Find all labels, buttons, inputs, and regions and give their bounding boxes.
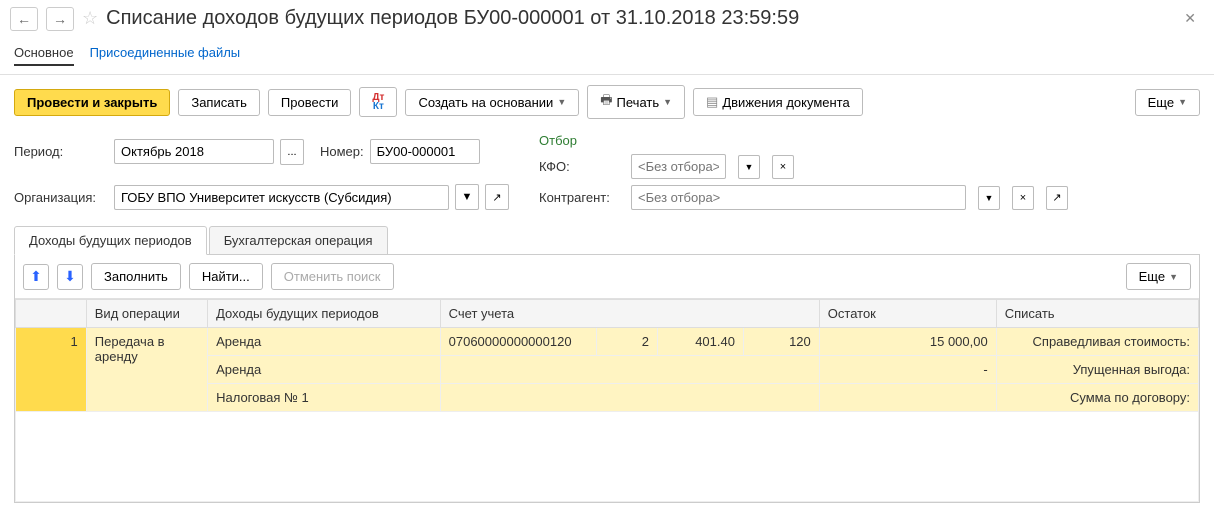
period-select-button[interactable]: ... bbox=[280, 139, 304, 165]
more-button[interactable]: Еще ▼ bbox=[1135, 89, 1200, 116]
cell-dash[interactable]: - bbox=[819, 356, 996, 384]
contragent-clear-button[interactable]: × bbox=[1012, 186, 1034, 210]
subtab-income[interactable]: Доходы будущих периодов bbox=[14, 226, 207, 255]
cell-income3[interactable]: Налоговая № 1 bbox=[208, 384, 441, 412]
dtkt-button[interactable]: ДтКт bbox=[359, 87, 397, 117]
col-optype[interactable]: Вид операции bbox=[86, 300, 207, 328]
col-writeoff[interactable]: Списать bbox=[996, 300, 1198, 328]
cell-income1[interactable]: Аренда bbox=[208, 328, 441, 356]
cell-wo1[interactable]: Справедливая стоимость: bbox=[996, 328, 1198, 356]
nav-forward-button[interactable]: → bbox=[46, 7, 74, 31]
org-label: Организация: bbox=[14, 190, 104, 205]
printer-icon: 🖶 bbox=[600, 91, 612, 113]
dtkt-icon: ДтКт bbox=[372, 93, 384, 111]
kfo-input[interactable] bbox=[631, 154, 726, 179]
col-income[interactable]: Доходы будущих периодов bbox=[208, 300, 441, 328]
col-num[interactable] bbox=[16, 300, 87, 328]
table-more-button[interactable]: Еще ▼ bbox=[1126, 263, 1191, 290]
post-and-close-button[interactable]: Провести и закрыть bbox=[14, 89, 170, 116]
contragent-input[interactable] bbox=[631, 185, 966, 210]
period-input[interactable] bbox=[114, 139, 274, 164]
org-open-button[interactable]: ↗ bbox=[485, 184, 509, 210]
cell-acct1[interactable]: 07060000000000120 bbox=[440, 328, 597, 356]
number-label: Номер: bbox=[320, 144, 364, 159]
move-down-button[interactable]: ⬇ bbox=[57, 264, 83, 290]
move-up-button[interactable]: ⬆ bbox=[23, 264, 49, 290]
cell-wo2[interactable]: Упущенная выгода: bbox=[996, 356, 1198, 384]
dropdown-caret-icon: ▼ bbox=[663, 97, 672, 107]
cancel-find-button[interactable]: Отменить поиск bbox=[271, 263, 394, 290]
document-icon: ▤ bbox=[706, 94, 718, 110]
nav-back-button[interactable]: ← bbox=[10, 7, 38, 31]
cell-empty[interactable] bbox=[440, 356, 819, 384]
col-balance[interactable]: Остаток bbox=[819, 300, 996, 328]
org-dropdown-button[interactable]: ▼ bbox=[455, 184, 479, 210]
cell-wo3[interactable]: Сумма по договору: bbox=[996, 384, 1198, 412]
filter-title: Отбор bbox=[539, 133, 1068, 148]
create-based-button[interactable]: Создать на основании ▼ bbox=[405, 89, 579, 116]
cell-acct2[interactable]: 2 bbox=[597, 328, 658, 356]
arrow-up-icon: ⬆ bbox=[30, 268, 42, 285]
dropdown-caret-icon: ▼ bbox=[557, 97, 566, 107]
cell-balance[interactable]: 15 000,00 bbox=[819, 328, 996, 356]
kfo-label: КФО: bbox=[539, 159, 619, 174]
cell-rownum[interactable]: 1 bbox=[16, 328, 87, 412]
number-input[interactable] bbox=[370, 139, 480, 164]
post-button[interactable]: Провести bbox=[268, 89, 352, 116]
close-icon[interactable]: ✕ bbox=[1176, 6, 1204, 31]
page-title: Списание доходов будущих периодов БУ00-0… bbox=[106, 7, 799, 30]
subtab-accounting[interactable]: Бухгалтерская операция bbox=[209, 226, 388, 255]
cell-acct3[interactable]: 401.40 bbox=[658, 328, 744, 356]
cell-income2[interactable]: Аренда bbox=[208, 356, 441, 384]
movements-button[interactable]: ▤ Движения документа bbox=[693, 88, 863, 116]
tab-main[interactable]: Основное bbox=[14, 45, 74, 66]
print-button[interactable]: 🖶 Печать ▼ bbox=[587, 85, 685, 119]
kfo-dropdown-button[interactable]: ▼ bbox=[738, 155, 760, 179]
cell-acct4[interactable]: 120 bbox=[743, 328, 819, 356]
cell-optype[interactable]: Передача в аренду bbox=[86, 328, 207, 412]
period-label: Период: bbox=[14, 144, 104, 159]
fill-button[interactable]: Заполнить bbox=[91, 263, 181, 290]
cell-empty[interactable] bbox=[819, 384, 996, 412]
org-input[interactable] bbox=[114, 185, 449, 210]
contragent-label: Контрагент: bbox=[539, 190, 619, 205]
contragent-open-button[interactable]: ↗ bbox=[1046, 186, 1068, 210]
favorite-star-icon[interactable]: ☆ bbox=[82, 8, 98, 29]
contragent-dropdown-button[interactable]: ▼ bbox=[978, 186, 1000, 210]
dropdown-caret-icon: ▼ bbox=[1178, 97, 1187, 107]
find-button[interactable]: Найти... bbox=[189, 263, 263, 290]
cell-empty[interactable] bbox=[440, 384, 819, 412]
col-account[interactable]: Счет учета bbox=[440, 300, 819, 328]
save-button[interactable]: Записать bbox=[178, 89, 260, 116]
arrow-down-icon: ⬇ bbox=[64, 268, 76, 285]
empty-grid-area[interactable] bbox=[16, 412, 1199, 502]
kfo-clear-button[interactable]: × bbox=[772, 155, 794, 179]
tab-attached-files[interactable]: Присоединенные файлы bbox=[90, 45, 241, 66]
dropdown-caret-icon: ▼ bbox=[1169, 272, 1178, 282]
